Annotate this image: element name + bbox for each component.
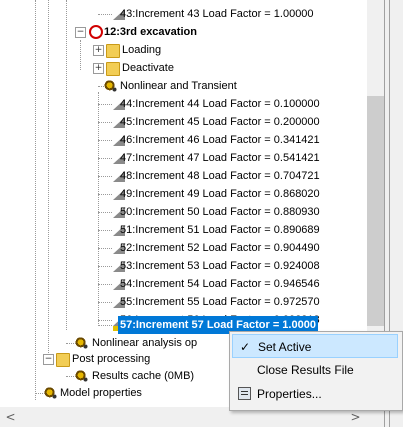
tree-item-increment-54[interactable]: 54:Increment 54 Load Factor = 0.946546 xyxy=(0,275,367,293)
tree-item-loading[interactable]: + Loading xyxy=(0,41,367,59)
context-menu: ✓ Set Active Close Results File Properti… xyxy=(229,331,403,411)
collapse-icon[interactable]: − xyxy=(75,27,86,38)
menu-item-properties[interactable]: Properties... xyxy=(232,382,398,406)
checkmark-icon: ✓ xyxy=(240,340,251,354)
tree-item-label: Results cache (0MB) xyxy=(92,370,195,382)
tree-item-label: Model properties xyxy=(60,387,142,399)
tree-item-increment-50[interactable]: 50:Increment 50 Load Factor = 0.880930 xyxy=(0,203,367,221)
tree-item-label: 48:Increment 48 Load Factor = 0.704721 xyxy=(120,170,320,182)
tree-item-label: Nonlinear and Transient xyxy=(120,80,237,92)
gears-icon xyxy=(75,336,89,350)
tree-item-label: 44:Increment 44 Load Factor = 0.100000 xyxy=(120,98,320,110)
scroll-left-icon[interactable]: < xyxy=(2,407,19,427)
tree-item-label: 12:3rd excavation xyxy=(104,26,197,38)
tree-item-increment-53[interactable]: 53:Increment 53 Load Factor = 0.924008 xyxy=(0,257,367,275)
tree-item-increment-51[interactable]: 51:Increment 51 Load Factor = 0.890689 xyxy=(0,221,367,239)
tree-item-label: 49:Increment 49 Load Factor = 0.868020 xyxy=(120,188,320,200)
tree-item-label: 55:Increment 55 Load Factor = 0.972570 xyxy=(120,296,320,308)
tree-item-label: 53:Increment 53 Load Factor = 0.924008 xyxy=(120,260,320,272)
tree-item-label: 45:Increment 45 Load Factor = 0.200000 xyxy=(120,116,320,128)
menu-item-close-results-file[interactable]: Close Results File xyxy=(232,358,398,382)
clock-icon xyxy=(89,25,103,39)
properties-icon xyxy=(238,387,251,400)
tree-item-nonlinear-transient[interactable]: Nonlinear and Transient xyxy=(0,77,367,95)
tree-item-deactivate[interactable]: + Deactivate xyxy=(0,59,367,77)
gears-icon xyxy=(44,386,58,400)
gears-icon xyxy=(75,369,89,383)
tree-item-label: Post processing xyxy=(72,353,151,365)
tree-item-label: 52:Increment 52 Load Factor = 0.904490 xyxy=(120,242,320,254)
tree-item-increment-44[interactable]: 44:Increment 44 Load Factor = 0.100000 xyxy=(0,95,367,113)
folder-icon xyxy=(106,62,120,76)
expand-icon[interactable]: + xyxy=(93,63,104,74)
tree-item-label: 51:Increment 51 Load Factor = 0.890689 xyxy=(120,224,320,236)
tree-item-label: Deactivate xyxy=(122,62,174,74)
tree-item-label: 54:Increment 54 Load Factor = 0.946546 xyxy=(120,278,320,290)
tree-item-label: 47:Increment 47 Load Factor = 0.541421 xyxy=(120,152,320,164)
expand-icon[interactable]: + xyxy=(93,45,104,56)
tree-item-increment-46[interactable]: 46:Increment 46 Load Factor = 0.341421 xyxy=(0,131,367,149)
tree-item-increment-45[interactable]: 45:Increment 45 Load Factor = 0.200000 xyxy=(0,113,367,131)
tree-item-label: Loading xyxy=(122,44,162,56)
tree-item-stage-12[interactable]: − 12:3rd excavation xyxy=(0,23,367,41)
folder-icon xyxy=(56,353,70,367)
tree-item-label: 50:Increment 50 Load Factor = 0.880930 xyxy=(120,206,320,218)
tree-item-increment-47[interactable]: 47:Increment 47 Load Factor = 0.541421 xyxy=(0,149,367,167)
tree-item-increment-49[interactable]: 49:Increment 49 Load Factor = 0.868020 xyxy=(0,185,367,203)
menu-item-set-active[interactable]: ✓ Set Active xyxy=(232,334,398,358)
tree-item-increment-48[interactable]: 48:Increment 48 Load Factor = 0.704721 xyxy=(0,167,367,185)
vertical-scrollbar-thumb[interactable] xyxy=(367,96,384,326)
tree-item-label: 46:Increment 46 Load Factor = 0.341421 xyxy=(120,134,320,146)
gears-icon xyxy=(104,79,118,93)
folder-icon xyxy=(106,44,120,58)
tree-item-increment-43[interactable]: 43:Increment 43 Load Factor = 1.00000 xyxy=(0,5,367,23)
collapse-icon[interactable]: − xyxy=(43,354,54,365)
tree-item-increment-55[interactable]: 55:Increment 55 Load Factor = 0.972570 xyxy=(0,293,367,311)
tree-item-label: 43:Increment 43 Load Factor = 1.00000 xyxy=(120,8,314,20)
tree-item-increment-52[interactable]: 52:Increment 52 Load Factor = 0.904490 xyxy=(0,239,367,257)
